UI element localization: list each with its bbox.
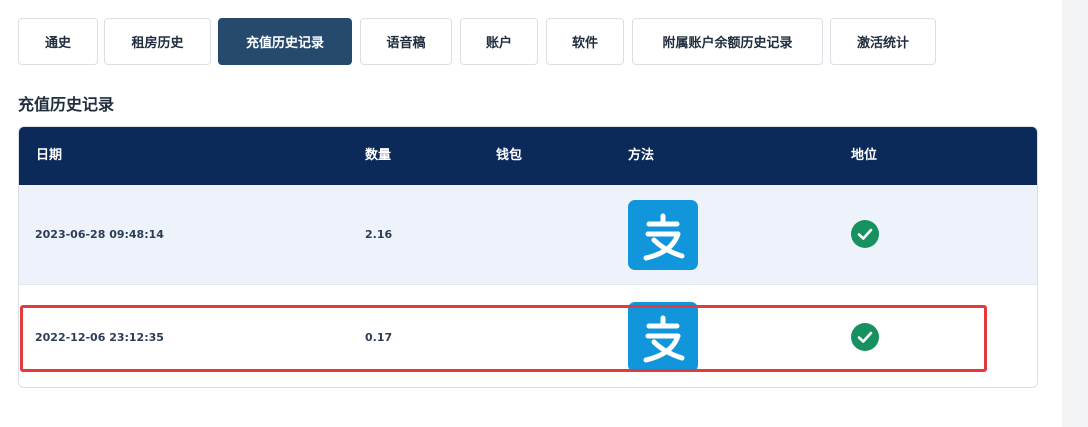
column-header-method: 方法 (628, 148, 655, 163)
tab-activation-stats[interactable]: 激活统计 (830, 18, 936, 65)
tab-software[interactable]: 软件 (546, 18, 624, 65)
tab-account[interactable]: 账户 (460, 18, 538, 65)
column-header-date: 日期 (36, 148, 63, 163)
tab-rental-history[interactable]: 租房历史 (104, 18, 211, 65)
cell-date: 2022-12-06 23:12:35 (35, 331, 164, 344)
alipay-icon (628, 200, 698, 270)
table-row: 2023-06-28 09:48:14 2.16 (19, 185, 1037, 285)
table-header: 日期 数量 钱包 方法 地位 (19, 127, 1037, 185)
tab-voice-script[interactable]: 语音稿 (360, 18, 452, 65)
cell-amount: 2.16 (365, 228, 393, 241)
scrollbar-track[interactable] (1062, 0, 1088, 427)
column-header-amount: 数量 (365, 148, 392, 163)
section-title: 充值历史记录 (18, 95, 115, 114)
tab-recharge-history[interactable]: 充值历史记录 (218, 18, 352, 65)
column-header-wallet: 钱包 (496, 148, 523, 163)
tab-general-history[interactable]: 通史 (18, 18, 98, 65)
cell-amount: 0.17 (365, 331, 393, 344)
alipay-icon (628, 302, 698, 372)
tab-sub-account-balance-history[interactable]: 附属账户余额历史记录 (632, 18, 823, 65)
page: 通史 租房历史 充值历史记录 语音稿 账户 软件 附属账户余额历史记录 激活统计… (0, 0, 1088, 427)
check-circle-icon (851, 220, 879, 248)
check-circle-icon (851, 323, 879, 351)
table-row: 2022-12-06 23:12:35 0.17 (19, 286, 1037, 387)
recharge-history-table: 日期 数量 钱包 方法 地位 2023-06-28 09:48:14 2.16 … (18, 126, 1038, 388)
cell-date: 2023-06-28 09:48:14 (35, 228, 164, 241)
column-header-status: 地位 (851, 148, 878, 163)
